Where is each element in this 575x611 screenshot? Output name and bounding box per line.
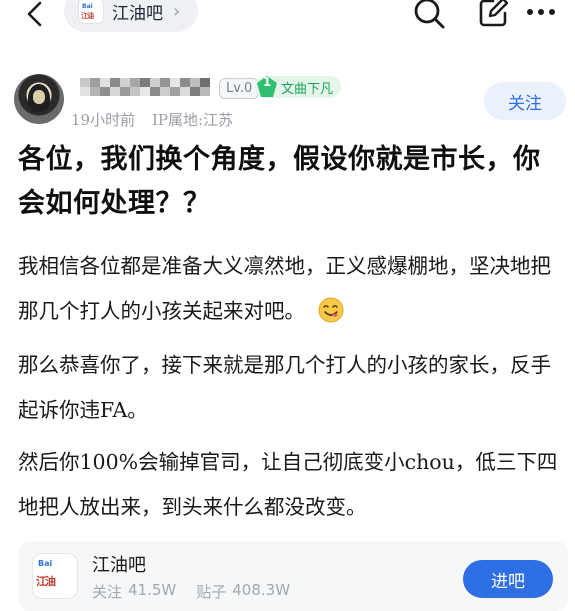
user-level-badge: Lv.0 <box>219 78 260 99</box>
edit-icon <box>479 0 509 27</box>
chevron-right-icon: › <box>173 0 181 22</box>
edit-button[interactable] <box>476 0 510 30</box>
gem-icon: 1 <box>255 75 279 99</box>
forum-card-logo: Bai 江油 <box>32 553 78 599</box>
forum-name: 江油吧 <box>112 3 163 24</box>
follow-button[interactable]: 关注 <box>484 82 566 120</box>
enter-forum-button[interactable]: 进吧 <box>463 560 553 598</box>
post-paragraph: 那么恭喜你了，接下来就是那几个打人的小孩的家长，反手起诉你违FA。 <box>18 353 551 422</box>
forum-card-name: 江油吧 <box>92 555 146 576</box>
post-paragraph: 我相信各位都是准备大义凛然地，正义感爆棚地，坚决地把那几个打人的小孩关起来对吧。 <box>18 244 566 334</box>
savoring-face-emoji-icon <box>318 297 344 323</box>
more-button[interactable] <box>524 0 558 28</box>
search-icon <box>414 0 445 29</box>
ip-location: IP属地:江苏 <box>152 111 234 129</box>
author-username-redacted[interactable] <box>80 74 214 100</box>
search-button[interactable] <box>412 0 446 30</box>
more-icon <box>527 9 555 15</box>
back-button[interactable] <box>20 0 50 28</box>
post-title: 各位，我们换个角度，假设你就是市长，你会如何处理？？ <box>18 144 541 219</box>
badge-label: 文曲下凡 <box>281 81 334 97</box>
post-paragraph: 然后你100%会输掉官司，让自己彻底变小chou，低三下四地把人放出来，到头来什… <box>18 450 558 519</box>
back-chevron-icon <box>27 1 42 27</box>
user-title-badge: 1 文曲下凡 <box>255 75 342 99</box>
author-avatar[interactable] <box>14 74 64 124</box>
paragraph-text: 我相信各位都是准备大义凛然地，正义感爆棚地，坚决地把那几个打人的小孩关起来对吧。 <box>18 254 551 323</box>
post-time: 19小时前 <box>71 111 136 129</box>
forum-logo: Bai 江油 <box>78 0 104 24</box>
badge-number: 1 <box>262 75 272 89</box>
forum-header-pill[interactable]: Bai 江油 江油吧 › <box>64 0 198 32</box>
